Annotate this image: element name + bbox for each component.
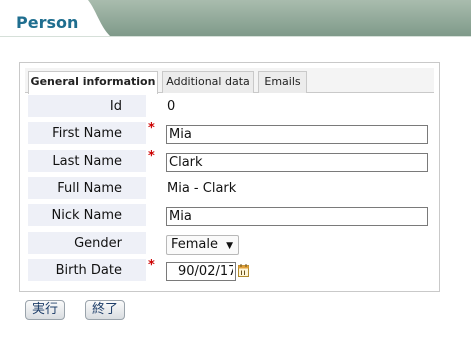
chevron-down-icon: ▼ (226, 241, 233, 251)
nick-name-row: Nick Name (28, 204, 433, 230)
id-row: Id 0 (28, 95, 433, 121)
calendar-icon[interactable] (238, 264, 249, 277)
required-marker: * (148, 258, 155, 273)
execute-button[interactable]: 実行 (25, 300, 65, 320)
full-name-row: Full Name Mia - Clark (28, 177, 433, 203)
tab-general-information[interactable]: General information (28, 71, 158, 94)
tab-emails[interactable]: Emails (258, 71, 307, 93)
close-button[interactable]: 終了 (85, 300, 125, 320)
required-marker: * (148, 121, 155, 136)
id-value: 0 (167, 99, 176, 114)
last-name-input[interactable] (166, 153, 428, 172)
first-name-label: First Name (28, 122, 146, 146)
gender-select[interactable]: Female ▼ (166, 235, 239, 255)
gender-selected-value: Female (171, 237, 219, 252)
nick-name-input[interactable] (166, 207, 428, 226)
gender-label: Gender (28, 232, 146, 256)
gender-row: Gender Female ▼ (28, 232, 433, 258)
person-form-panel: General information Additional data Emai… (19, 62, 440, 292)
birth-date-row: Birth Date * (28, 259, 433, 285)
nick-name-label: Nick Name (28, 204, 146, 228)
tab-bar: General information Additional data Emai… (25, 68, 434, 94)
last-name-row: Last Name * (28, 150, 433, 176)
page-header: Person (0, 0, 471, 50)
page-title: Person (16, 13, 79, 32)
birth-date-label: Birth Date (28, 259, 146, 283)
tab-additional-data[interactable]: Additional data (162, 71, 254, 93)
full-name-value: Mia - Clark (167, 181, 237, 196)
first-name-input[interactable] (166, 125, 428, 144)
last-name-label: Last Name (28, 150, 146, 174)
first-name-row: First Name * (28, 122, 433, 148)
full-name-label: Full Name (28, 177, 146, 201)
birth-date-input[interactable] (166, 262, 236, 281)
required-marker: * (148, 149, 155, 164)
id-label: Id (28, 95, 146, 119)
